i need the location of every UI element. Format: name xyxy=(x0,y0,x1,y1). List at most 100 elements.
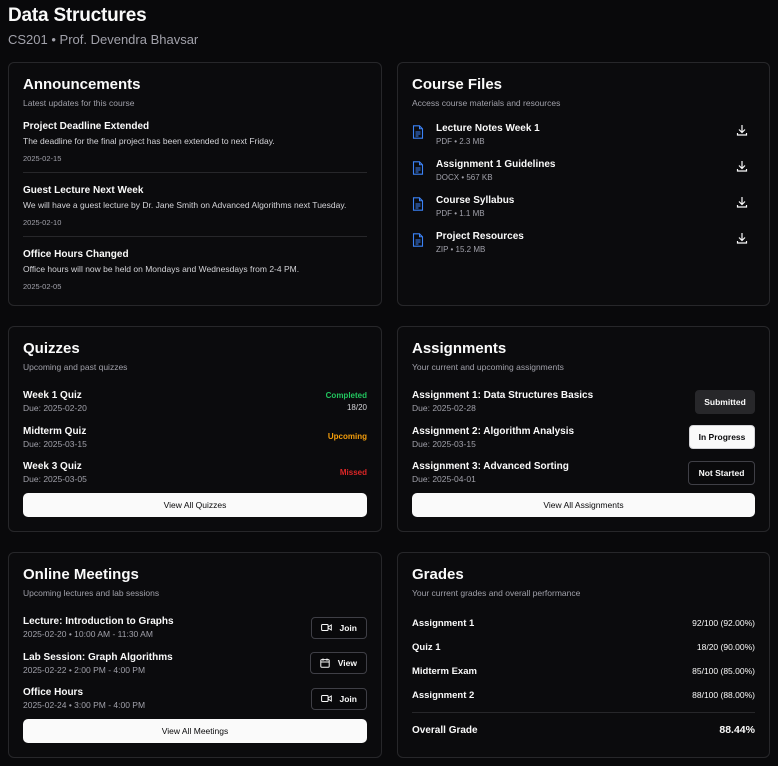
file-name: Course Syllabus xyxy=(436,195,515,206)
join-meeting-button[interactable]: Join xyxy=(310,616,367,639)
video-icon xyxy=(320,624,332,632)
overall-grade-row: Overall Grade 88.44% xyxy=(412,713,755,747)
grades-card: Grades Your current grades and overall p… xyxy=(397,552,770,758)
card-title: Assignments xyxy=(412,340,507,357)
quiz-score: 18/20 xyxy=(346,402,367,412)
announcement-date: 2025-02-15 xyxy=(23,154,62,163)
announcement-item: Guest Lecture Next Week We will have a g… xyxy=(23,185,367,237)
meeting-item: Lab Session: Graph Algorithms 2025-02-22 … xyxy=(23,646,367,682)
quiz-due: Due: 2025-02-20 xyxy=(23,403,87,414)
assignment-list: Assignment 1: Data Structures Basics Due:… xyxy=(412,384,755,491)
assignment-status-badge[interactable]: In Progress xyxy=(689,425,755,450)
card-title: Announcements xyxy=(23,76,141,93)
grade-value: 18/20 (90.00%) xyxy=(696,642,755,652)
view-meeting-button[interactable]: View xyxy=(309,652,367,675)
grade-name: Assignment 2 xyxy=(412,689,475,701)
download-icon[interactable] xyxy=(735,159,749,173)
overall-grade-value: 88.44% xyxy=(719,724,755,736)
meeting-time: 2025-02-22 • 2:00 PM - 4:00 PM xyxy=(23,664,146,675)
card-description: Your current grades and overall performa… xyxy=(412,588,581,598)
card-title: Online Meetings xyxy=(23,566,139,583)
grade-name: Assignment 1 xyxy=(412,617,475,629)
quizzes-card: Quizzes Upcoming and past quizzes Week 1… xyxy=(8,326,382,532)
file-meta: PDF • 2.3 MB xyxy=(436,137,485,146)
quiz-item[interactable]: Week 1 Quiz Due: 2025-02-20 Completed 18/2… xyxy=(23,384,367,420)
assignment-status-badge[interactable]: Submitted xyxy=(695,389,755,414)
grade-row: Quiz 1 18/20 (90.00%) xyxy=(412,635,755,659)
quiz-list: Week 1 Quiz Due: 2025-02-20 Completed 18/2… xyxy=(23,384,367,491)
assignment-name: Assignment 1: Data Structures Basics xyxy=(412,390,594,402)
card-description: Upcoming lectures and lab sessions xyxy=(23,588,160,598)
quiz-name: Week 1 Quiz xyxy=(23,390,82,402)
quiz-item[interactable]: Week 3 Quiz Due: 2025-03-05 Missed xyxy=(23,455,367,491)
assignment-due: Due: 2025-04-01 xyxy=(412,474,476,485)
video-icon xyxy=(320,695,332,703)
card-description: Access course materials and resources xyxy=(412,98,561,108)
assignment-item[interactable]: Assignment 3: Advanced Sorting Due: 2025-… xyxy=(412,455,755,491)
quiz-due: Due: 2025-03-15 xyxy=(23,438,87,449)
view-all-assignments-button[interactable]: View All Assignments xyxy=(412,492,755,517)
assignment-name: Assignment 2: Algorithm Analysis xyxy=(412,425,575,437)
view-all-meetings-button[interactable]: View All Meetings xyxy=(23,718,367,743)
overall-grade-label: Overall Grade xyxy=(412,724,478,736)
announcement-text: We will have a guest lecture by Dr. Jane… xyxy=(23,200,347,210)
announcements-card: Announcements Latest updates for this co… xyxy=(8,62,382,306)
grade-row: Midterm Exam 85/100 (85.00%) xyxy=(412,659,755,683)
view-label: View xyxy=(337,658,357,669)
announcement-title: Guest Lecture Next Week xyxy=(23,185,144,196)
file-icon xyxy=(412,197,424,211)
quiz-name: Midterm Quiz xyxy=(23,425,87,437)
view-all-quizzes-button[interactable]: View All Quizzes xyxy=(23,492,367,517)
quiz-status: Missed xyxy=(339,467,367,477)
card-title: Course Files xyxy=(412,76,503,93)
calendar-icon xyxy=(320,658,330,668)
file-name: Assignment 1 Guidelines xyxy=(436,159,556,170)
meeting-time: 2025-02-20 • 10:00 AM - 11:30 AM xyxy=(23,629,153,640)
page-subtitle: CS201 • Prof. Devendra Bhavsar xyxy=(8,32,199,47)
join-meeting-button[interactable]: Join xyxy=(310,687,367,710)
file-name: Lecture Notes Week 1 xyxy=(436,123,540,134)
card-title: Grades xyxy=(412,566,464,583)
grade-name: Midterm Exam xyxy=(412,665,477,677)
file-list: Lecture Notes Week 1 PDF • 2.3 MB Assignm… xyxy=(412,123,755,267)
announcement-date: 2025-02-05 xyxy=(23,282,62,291)
grade-value: 85/100 (85.00%) xyxy=(692,666,755,676)
file-item[interactable]: Project Resources ZIP • 15.2 MB xyxy=(412,231,755,267)
online-meetings-card: Online Meetings Upcoming lectures and la… xyxy=(8,552,382,758)
file-meta: DOCX • 567 KB xyxy=(436,173,493,182)
download-icon[interactable] xyxy=(735,231,749,245)
announcement-text: Office hours will now be held on Mondays… xyxy=(23,264,300,274)
quiz-status: Upcoming xyxy=(327,432,367,442)
card-title: Quizzes xyxy=(23,340,80,357)
assignment-status-badge[interactable]: Not Started xyxy=(688,460,755,485)
announcement-item: Project Deadline Extended The deadline f… xyxy=(23,121,367,173)
grade-name: Quiz 1 xyxy=(412,641,441,653)
file-icon xyxy=(412,125,424,139)
join-label: Join xyxy=(339,693,357,704)
download-icon[interactable] xyxy=(735,123,749,137)
file-name: Project Resources xyxy=(436,231,524,242)
grade-value: 92/100 (92.00%) xyxy=(692,618,755,628)
assignment-due: Due: 2025-02-28 xyxy=(412,403,476,414)
assignment-item[interactable]: Assignment 2: Algorithm Analysis Due: 202… xyxy=(412,420,755,456)
meeting-item: Office Hours 2025-02-24 • 3:00 PM - 4:00 … xyxy=(23,681,367,717)
announcement-list: Project Deadline Extended The deadline f… xyxy=(23,121,367,300)
card-description: Upcoming and past quizzes xyxy=(23,362,128,372)
announcement-date: 2025-02-10 xyxy=(23,218,62,227)
grade-row: Assignment 2 88/100 (88.00%) xyxy=(412,683,755,707)
file-icon xyxy=(412,233,424,247)
file-meta: ZIP • 15.2 MB xyxy=(436,245,486,254)
download-icon[interactable] xyxy=(735,195,749,209)
quiz-due: Due: 2025-03-05 xyxy=(23,474,87,485)
announcement-text: The deadline for the final project has b… xyxy=(23,136,275,146)
file-item[interactable]: Assignment 1 Guidelines DOCX • 567 KB xyxy=(412,159,755,195)
assignment-item[interactable]: Assignment 1: Data Structures Basics Due:… xyxy=(412,384,755,420)
meeting-name: Lab Session: Graph Algorithms xyxy=(23,651,173,663)
join-label: Join xyxy=(339,622,357,633)
quiz-item[interactable]: Midterm Quiz Due: 2025-03-15 Upcoming xyxy=(23,420,367,456)
announcement-title: Office Hours Changed xyxy=(23,249,129,260)
quiz-status: Completed xyxy=(325,390,367,400)
file-item[interactable]: Course Syllabus PDF • 1.1 MB xyxy=(412,195,755,231)
file-item[interactable]: Lecture Notes Week 1 PDF • 2.3 MB xyxy=(412,123,755,159)
page-title: Data Structures xyxy=(8,5,147,26)
